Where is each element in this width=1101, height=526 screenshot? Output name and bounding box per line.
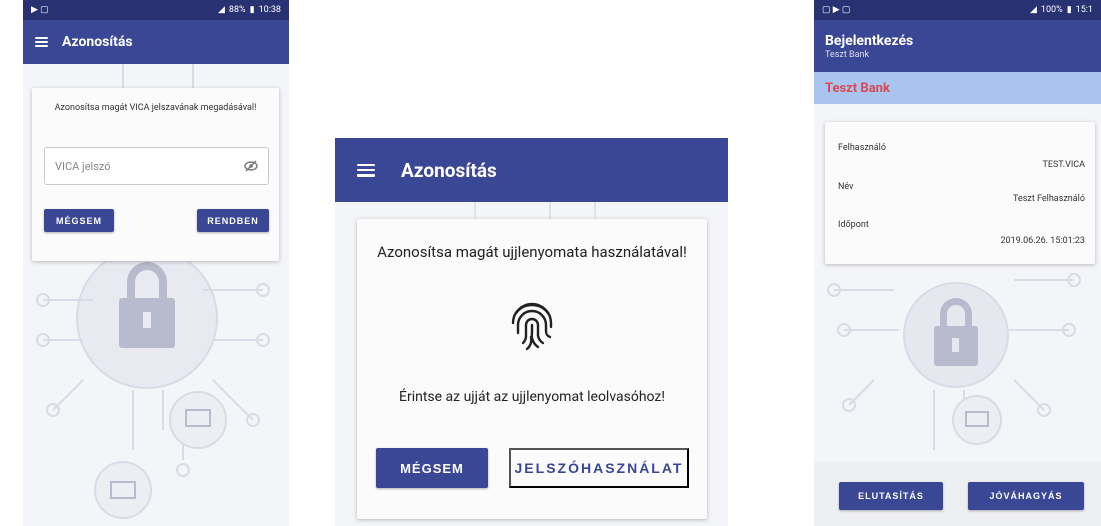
cancel-button[interactable]: MÉGSEM <box>44 209 114 232</box>
reject-button[interactable]: ELUTASÍTÁS <box>839 482 943 510</box>
battery-level: 88% <box>228 5 246 15</box>
battery-level: 100% <box>1040 5 1063 15</box>
status-notification-icons: ▢ ▶ ▢ <box>822 5 851 15</box>
password-placeholder: VICA jelszó <box>55 159 111 173</box>
app-bar: Bejelentkezés Teszt Bank <box>814 20 1101 72</box>
vica-password-input[interactable]: VICA jelszó <box>44 147 269 185</box>
status-bar: ▶ ▢ ◢ 88% ▮ 10:38 <box>23 0 289 20</box>
ok-button[interactable]: RENDBEN <box>197 209 269 232</box>
field-value-name: Teszt Felhasználó <box>1013 194 1085 204</box>
page-title: Azonosítás <box>401 158 497 182</box>
cancel-button[interactable]: MÉGSEM <box>376 448 488 488</box>
status-time: 10:38 <box>258 5 281 15</box>
screen-login-approval: ▢ ▶ ▢ ◢ 100% ▮ 15:1 Bejelentkezés Teszt … <box>814 0 1101 526</box>
eye-off-icon[interactable] <box>244 160 258 172</box>
bank-name: Teszt Bank <box>825 80 890 96</box>
field-value-user: TEST.VICA <box>1042 160 1085 170</box>
use-password-button[interactable]: JELSZÓHASZNÁLAT <box>509 448 689 488</box>
signal-icon: ◢ <box>1029 5 1037 15</box>
approve-button[interactable]: JÓVÁHAGYÁS <box>968 482 1084 510</box>
status-notification-icons: ▶ ▢ <box>31 5 49 15</box>
status-bar: ▢ ▶ ▢ ◢ 100% ▮ 15:1 <box>814 0 1101 20</box>
fingerprint-hint: Érintse az ujját az ujjlenyomat leolvasó… <box>399 389 665 405</box>
status-time: 15:1 <box>1075 5 1093 15</box>
dialog-prompt: Azonosítsa magát VICA jelszavának megadá… <box>54 103 257 113</box>
app-bar: Azonosítás <box>23 20 289 64</box>
fingerprint-dialog: Azonosítsa magát ujjlenyomata használatá… <box>357 219 707 519</box>
battery-icon: ▮ <box>1066 5 1072 15</box>
page-title: Bejelentkezés <box>825 32 914 49</box>
login-details-card: Felhasználó TEST.VICA Név Teszt Felhaszn… <box>825 122 1095 264</box>
menu-icon[interactable] <box>357 163 375 177</box>
screen-password-auth: ▶ ▢ ◢ 88% ▮ 10:38 Azonosítás Azonosítsa … <box>23 0 289 526</box>
password-dialog: Azonosítsa magát VICA jelszavának megadá… <box>32 88 279 261</box>
field-label-user: Felhasználó <box>838 143 886 153</box>
page-title: Azonosítás <box>62 34 133 50</box>
field-label-time: Időpont <box>838 220 869 230</box>
screen-fingerprint-auth: Azonosítás Azonosítsa magát ujjlenyomata… <box>335 138 728 526</box>
signal-icon: ◢ <box>217 5 225 15</box>
battery-icon: ▮ <box>249 5 255 15</box>
circuit-lock-illustration <box>36 60 270 519</box>
dialog-prompt: Azonosítsa magát ujjlenyomata használatá… <box>377 243 687 261</box>
page-subtitle: Teszt Bank <box>825 49 870 60</box>
fingerprint-icon <box>511 302 553 351</box>
field-value-time: 2019.06.26. 15:01:23 <box>1000 236 1085 246</box>
menu-icon[interactable] <box>35 37 48 47</box>
app-bar: Azonosítás <box>335 138 728 202</box>
field-label-name: Név <box>838 182 854 192</box>
bank-bar: Teszt Bank <box>814 72 1101 104</box>
